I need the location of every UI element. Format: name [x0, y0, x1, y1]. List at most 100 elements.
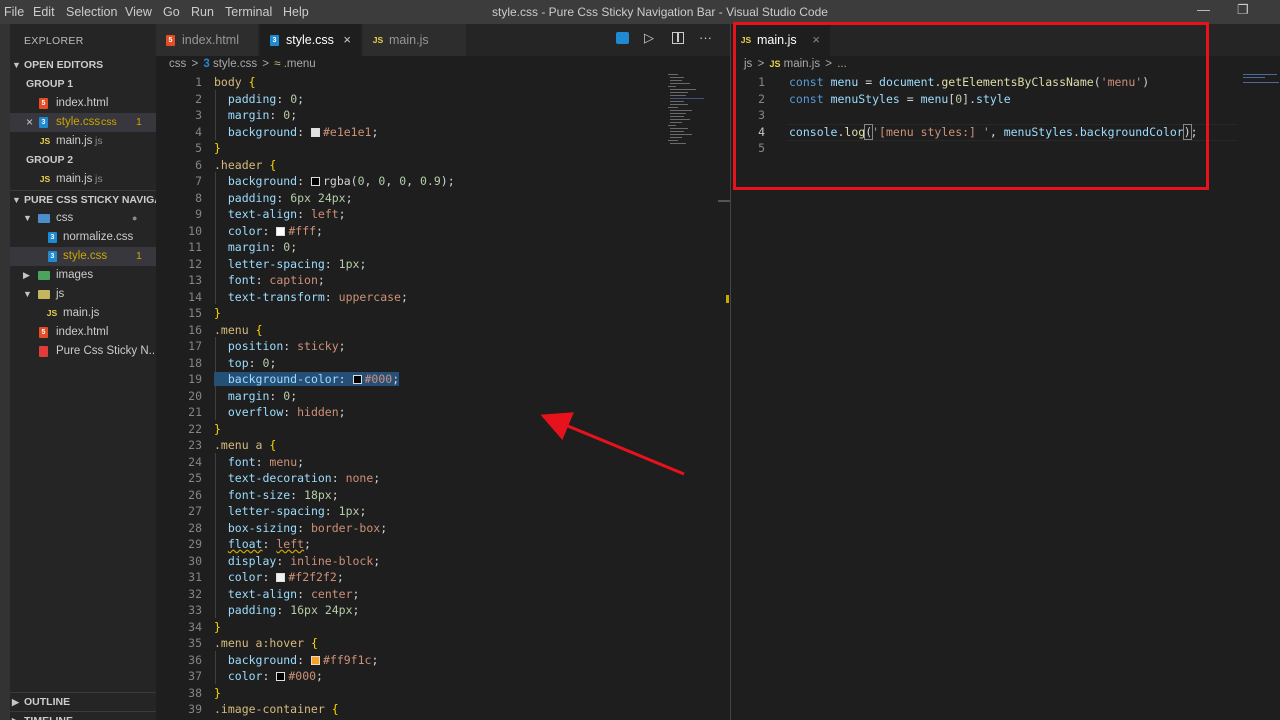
open-editor-style-css[interactable]: × 3 style.css css 1 — [10, 113, 156, 132]
menu-run[interactable]: Run — [191, 5, 214, 19]
css-file-icon: 3 — [48, 232, 57, 243]
tree-label: main.js — [63, 307, 100, 319]
chevron-right-icon: ▶ — [23, 270, 30, 280]
line-number: 11 — [188, 240, 202, 254]
activity-bar — [0, 24, 10, 720]
breadcrumb: css > 3 style.css > ≈ .menu — [169, 58, 316, 70]
line-number: 26 — [188, 487, 202, 502]
tree-file-normalize[interactable]: 3 normalize.css — [10, 228, 156, 247]
pdf-file-icon — [39, 346, 48, 357]
code-line: text-decoration: none; — [227, 471, 381, 485]
open-editors-section[interactable]: ▼ OPEN EDITORS — [10, 56, 156, 75]
code-line: } — [214, 141, 221, 155]
file-label: style.css — [56, 116, 101, 128]
menu-selection[interactable]: Selection — [66, 5, 117, 19]
restore-icon[interactable]: ❐ — [1237, 2, 1249, 18]
group1-text: GROUP 1 — [26, 78, 74, 90]
code-line: float: left; — [227, 537, 311, 551]
minimize-icon[interactable]: — — [1197, 2, 1210, 17]
code-line: padding: 16px 24px; — [227, 603, 360, 617]
code-line: .header { — [214, 157, 277, 172]
menu-help[interactable]: Help — [283, 5, 309, 19]
code-line: } — [214, 685, 221, 700]
code-line: .menu a { — [214, 438, 277, 452]
editor-group-1: 5 index.html 3 style.css × JS main.js ▷ … — [156, 24, 730, 720]
code-line: text-align: left; — [227, 207, 346, 221]
file-hint: css — [101, 116, 117, 128]
tab-index-html[interactable]: 5 index.html — [156, 24, 259, 56]
tree-folder-css[interactable]: ▼ css ● — [10, 209, 156, 228]
css-file-icon: 3 — [39, 117, 48, 128]
file-label: main.js — [56, 135, 93, 147]
line-number: 28 — [188, 520, 202, 535]
code-line: } — [214, 306, 221, 320]
menu-view[interactable]: View — [125, 5, 152, 19]
tab-label: main.js — [389, 33, 429, 47]
more-actions-icon[interactable]: ··· — [699, 30, 712, 45]
tree-file-index-html[interactable]: 5 index.html — [10, 323, 156, 342]
menu-file[interactable]: File — [4, 5, 24, 19]
tree-file-style-css[interactable]: 3 style.css 1 — [10, 247, 156, 266]
line-number: 23 — [188, 438, 202, 452]
line-number: 14 — [188, 289, 202, 304]
menu-edit[interactable]: Edit — [33, 5, 55, 19]
open-editor-main-js-g2[interactable]: JS main.js js — [10, 170, 156, 189]
vertical-scrollbar[interactable] — [718, 56, 730, 720]
close-icon[interactable]: × — [343, 24, 351, 56]
code-line: margin: 0; — [227, 240, 298, 254]
file-label: main.js — [56, 173, 93, 185]
line-number: 25 — [188, 471, 202, 485]
line-number: 22 — [188, 421, 202, 436]
menu-terminal[interactable]: Terminal — [225, 5, 272, 19]
tree-label: normalize.css — [63, 231, 134, 243]
timeline-section[interactable]: ▶ TIMELINE — [10, 711, 156, 720]
open-editor-index-html[interactable]: 5 index.html — [10, 94, 156, 113]
split-editor-icon[interactable] — [672, 32, 684, 44]
group1-label: GROUP 1 — [10, 75, 156, 94]
tree-folder-js[interactable]: ▼ js — [10, 285, 156, 304]
line-number: 10 — [188, 223, 202, 238]
tab-label: index.html — [182, 33, 239, 47]
html-file-icon: 5 — [166, 35, 175, 46]
file-hint: js — [95, 135, 103, 147]
timeline-label: TIMELINE — [24, 712, 73, 720]
line-number: 35 — [188, 636, 202, 650]
code-line: background: #e1e1e1; — [227, 124, 379, 139]
tree-file-main-js[interactable]: JS main.js — [10, 304, 156, 323]
tree-folder-images[interactable]: ▶ images — [10, 266, 156, 285]
breadcrumb-item[interactable]: .menu — [284, 58, 316, 70]
open-editor-main-js[interactable]: JS main.js js — [10, 132, 156, 151]
tree-label: js — [56, 288, 65, 300]
menu-go[interactable]: Go — [163, 5, 180, 19]
live-share-icon[interactable] — [616, 32, 629, 44]
breadcrumb-item[interactable]: style.css — [213, 58, 257, 70]
code-line: color: #f2f2f2; — [227, 570, 344, 584]
close-icon[interactable]: × — [26, 113, 33, 132]
run-icon[interactable]: ▷ — [644, 30, 654, 46]
css-file-icon: 3 — [48, 251, 57, 262]
outline-section[interactable]: ▶ OUTLINE — [10, 692, 156, 711]
open-editors-label: OPEN EDITORS — [24, 59, 104, 71]
css-file-icon: 3 — [270, 35, 279, 46]
line-number: 7 — [195, 174, 202, 188]
problem-badge: 1 — [136, 116, 142, 128]
js-file-icon: JS — [372, 35, 384, 45]
tab-style-css[interactable]: 3 style.css × — [260, 24, 362, 56]
line-number: 2 — [195, 91, 202, 106]
code-line: overflow: hidden; — [227, 405, 346, 419]
breadcrumb-item[interactable]: css — [169, 58, 186, 70]
line-number: 9 — [195, 207, 202, 221]
code-line: background: #ff9f1c; — [227, 652, 379, 667]
title-bar: File Edit Selection View Go Run Terminal… — [0, 0, 1280, 24]
project-section[interactable]: ▼ PURE CSS STICKY NAVIGA... — [10, 190, 156, 209]
tree-file-pdf[interactable]: Pure Css Sticky N... — [10, 342, 156, 361]
tab-main-js[interactable]: JS main.js — [363, 24, 467, 56]
chevron-down-icon: ▼ — [23, 289, 32, 299]
explorer-header: EXPLORER — [24, 35, 84, 47]
js-file-icon: JS — [39, 136, 51, 146]
chevron-down-icon: ▼ — [23, 213, 32, 223]
code-line: font-size: 18px; — [227, 487, 339, 502]
minimap[interactable] — [668, 72, 718, 152]
line-number: 29 — [188, 537, 202, 551]
code-line: display: inline-block; — [227, 553, 381, 568]
